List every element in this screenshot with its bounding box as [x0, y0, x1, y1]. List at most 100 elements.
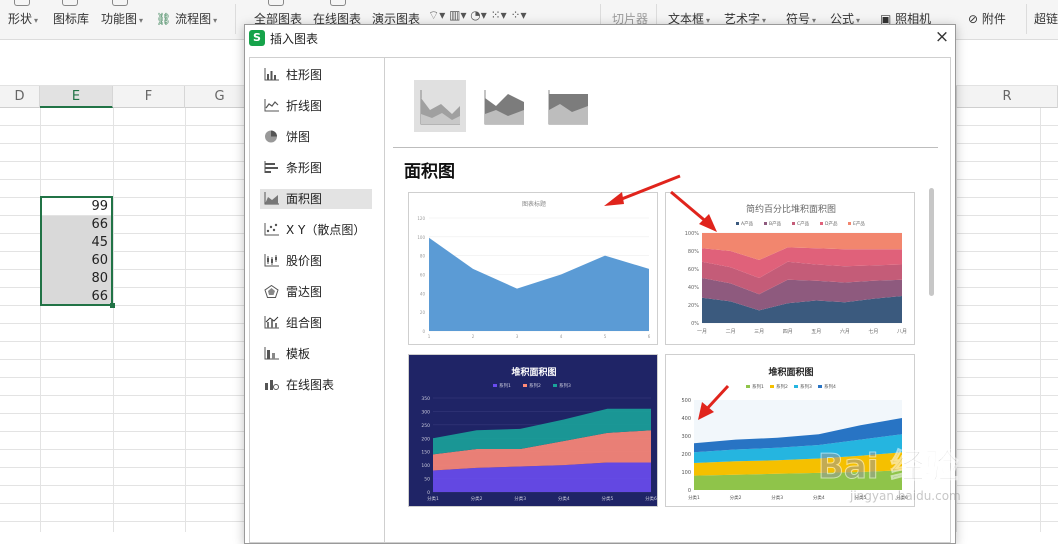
- x-tick-label: 5: [604, 334, 607, 339]
- category-online-chart[interactable]: 在线图表: [260, 375, 372, 395]
- y-tick-label: 60%: [688, 267, 699, 273]
- subtype-stacked-area[interactable]: [478, 80, 530, 132]
- column-header-f[interactable]: F: [113, 86, 185, 108]
- x-tick-label: 分类3: [771, 494, 783, 501]
- chart-type-quick-icons[interactable]: ⌔▾ ▥▾ ◔▾ ⁙▾ ⁘▾: [428, 8, 527, 23]
- y-tick-label: 200: [681, 452, 691, 458]
- y-tick-label: 80: [420, 254, 426, 259]
- x-tick-label: 1: [428, 334, 431, 339]
- category-line-chart[interactable]: 折线图: [260, 96, 372, 116]
- fill-handle[interactable]: [110, 303, 115, 308]
- template-icon: [264, 347, 279, 360]
- column-header-r[interactable]: R: [956, 86, 1058, 108]
- close-button[interactable]: ×: [933, 28, 951, 46]
- y-tick-label: 20: [420, 310, 426, 315]
- y-tick-label: 100: [681, 470, 691, 476]
- ribbon-separator: [235, 4, 236, 34]
- column-header-e[interactable]: E: [40, 86, 113, 108]
- legend-swatch: [818, 385, 822, 388]
- ribbon-item-attachment[interactable]: ⊘ 附件: [968, 10, 1006, 27]
- legend-label: 系列3: [800, 383, 812, 390]
- y-tick-label: 200: [421, 436, 430, 442]
- function-chart-icon: [112, 0, 128, 6]
- selection-range: [40, 196, 113, 306]
- y-tick-label: 150: [421, 450, 430, 456]
- legend-swatch: [746, 385, 750, 388]
- legend-swatch: [820, 222, 823, 225]
- legend-label: 系列2: [529, 382, 541, 389]
- legend-label: 系列4: [824, 383, 836, 390]
- legend-label: B产品: [769, 220, 782, 227]
- x-tick-label: 分类6: [645, 495, 657, 502]
- chart-thumbnail-basic-area[interactable]: 图表标题 0 20 40 60 80 100 120 1 2 3 4 5 6: [408, 192, 658, 345]
- y-tick-label: 350: [421, 396, 430, 402]
- category-radar-chart[interactable]: 雷达图: [260, 282, 372, 302]
- red-arrow-annotation: [698, 384, 730, 420]
- category-scatter-chart[interactable]: X Y（散点图）: [260, 220, 372, 240]
- ribbon-item-icon-library[interactable]: 图标库: [53, 10, 89, 27]
- legend-swatch: [794, 385, 798, 388]
- category-template[interactable]: 模板: [260, 344, 372, 364]
- all-charts-icon: [268, 0, 284, 6]
- x-tick-label: 6: [648, 334, 651, 339]
- chart-thumbnail-stacked-dark[interactable]: 堆积面积图 系列1 系列2 系列3 0 50 100 150 200 250 300 350 分类1 分…: [408, 354, 658, 507]
- legend-swatch: [764, 222, 767, 225]
- subtype-area[interactable]: [414, 80, 466, 132]
- legend-label: E产品: [853, 220, 865, 227]
- ribbon-item-function-chart[interactable]: 功能图 ▾: [101, 10, 143, 27]
- watermark-subtext: jingyan.baidu.com: [849, 489, 961, 503]
- ribbon-item-hyperlink[interactable]: 超链: [1034, 10, 1058, 27]
- x-tick-label: 分类5: [601, 495, 613, 502]
- subtype-percent-stacked-area[interactable]: [542, 80, 594, 132]
- category-column-chart[interactable]: 柱形图: [260, 65, 372, 85]
- legend-label: A产品: [741, 220, 754, 227]
- online-chart-icon: [265, 380, 279, 390]
- y-tick-label: 80%: [688, 249, 699, 255]
- column-header-d[interactable]: D: [0, 86, 40, 108]
- x-tick-label: 4: [560, 334, 563, 339]
- y-tick-label: 20%: [688, 303, 699, 309]
- bar-chart-icon: [264, 161, 278, 173]
- wps-logo-icon: S: [249, 30, 265, 46]
- category-pie-chart[interactable]: 饼图: [260, 127, 372, 147]
- chart-title: 图表标题: [522, 200, 546, 208]
- y-tick-label: 0: [688, 488, 691, 494]
- area-series: [429, 237, 649, 331]
- legend-label: 系列1: [752, 383, 764, 390]
- legend-label: D产品: [825, 220, 838, 227]
- line-chart-icon: [264, 99, 279, 112]
- y-tick-label: 300: [421, 409, 430, 415]
- online-charts-icon: [330, 0, 346, 6]
- x-tick-label: 三月: [754, 329, 764, 335]
- ribbon-item-shape[interactable]: 形状 ▾: [8, 10, 38, 27]
- x-tick-label: 一月: [697, 329, 707, 335]
- category-combo-chart[interactable]: 组合图: [260, 313, 372, 333]
- x-tick-label: 五月: [811, 329, 821, 335]
- category-bar-chart[interactable]: 条形图: [260, 158, 372, 178]
- y-tick-label: 40%: [688, 285, 699, 291]
- legend-swatch: [523, 384, 527, 387]
- legend-swatch: [792, 222, 795, 225]
- section-divider: [393, 147, 938, 148]
- y-tick-label: 500: [681, 398, 691, 404]
- legend-label: 系列3: [559, 382, 571, 389]
- dialog-title: 插入图表: [270, 32, 319, 46]
- category-stock-chart[interactable]: 股价图: [260, 251, 372, 271]
- ribbon-item-flowchart[interactable]: ⛓ 流程图 ▾: [156, 10, 217, 27]
- dialog-titlebar[interactable]: S 插入图表 ×: [245, 25, 955, 51]
- area-chart-icon: [264, 192, 279, 205]
- chart-title: 简约百分比堆积面积图: [746, 203, 836, 215]
- category-area-chart[interactable]: 面积图: [260, 189, 372, 209]
- vertical-scrollbar[interactable]: [929, 188, 934, 296]
- baidu-watermark: Bai 经验 jingyan.baidu.com: [818, 447, 961, 504]
- legend-swatch: [770, 385, 774, 388]
- red-arrow-annotation: [670, 190, 717, 232]
- x-tick-label: 分类2: [730, 494, 742, 501]
- y-tick-label: 0: [427, 490, 430, 496]
- y-tick-label: 60: [420, 273, 426, 278]
- watermark-text: Bai 经验: [818, 447, 958, 487]
- y-tick-label: 100: [417, 235, 425, 240]
- y-tick-label: 400: [681, 416, 691, 422]
- x-tick-label: 二月: [726, 329, 736, 335]
- x-tick-label: 四月: [783, 329, 793, 335]
